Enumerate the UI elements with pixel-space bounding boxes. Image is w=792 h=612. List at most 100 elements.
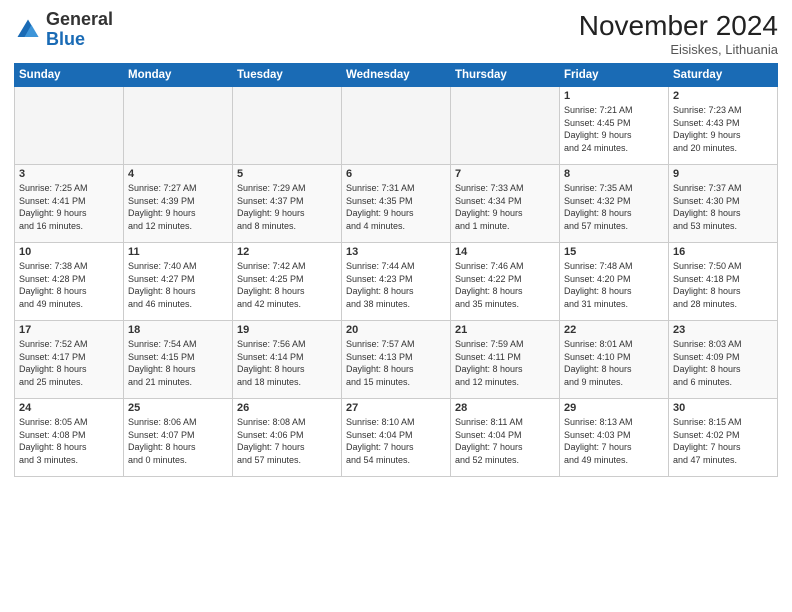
calendar-cell-w3-d6: 15 Sunrise: 7:48 AM Sunset: 4:20 PM Dayli…: [560, 243, 669, 321]
day-info: Sunrise: 7:21 AM Sunset: 4:45 PM Dayligh…: [564, 104, 664, 154]
calendar-cell-w2-d5: 7 Sunrise: 7:33 AM Sunset: 4:34 PM Daylig…: [451, 165, 560, 243]
day-number: 9: [673, 168, 773, 180]
day-info: Sunrise: 7:40 AM Sunset: 4:27 PM Dayligh…: [128, 260, 228, 310]
calendar-cell-w5-d3: 26 Sunrise: 8:08 AM Sunset: 4:06 PM Dayli…: [233, 399, 342, 477]
day-info: Sunrise: 7:44 AM Sunset: 4:23 PM Dayligh…: [346, 260, 446, 310]
calendar-cell-w3-d3: 12 Sunrise: 7:42 AM Sunset: 4:25 PM Dayli…: [233, 243, 342, 321]
calendar-week-3: 10Sunrise: 7:38 AM Sunset: 4:28 PM Dayli…: [15, 243, 778, 321]
title-block: November 2024 Eisiskes, Lithuania: [579, 10, 778, 57]
calendar-header-row: Sunday Monday Tuesday Wednesday Thursday…: [15, 64, 778, 87]
day-number: 13: [346, 246, 446, 258]
calendar-cell-w2-d3: 5 Sunrise: 7:29 AM Sunset: 4:37 PM Daylig…: [233, 165, 342, 243]
day-info: Sunrise: 7:23 AM Sunset: 4:43 PM Dayligh…: [673, 104, 773, 154]
col-sunday: Sunday: [15, 64, 124, 87]
day-number: 4: [128, 168, 228, 180]
location: Eisiskes, Lithuania: [579, 42, 778, 57]
calendar-cell-w1-d5: [451, 87, 560, 165]
day-number: 8: [564, 168, 664, 180]
col-thursday: Thursday: [451, 64, 560, 87]
day-info: Sunrise: 7:31 AM Sunset: 4:35 PM Dayligh…: [346, 182, 446, 232]
col-friday: Friday: [560, 64, 669, 87]
calendar-cell-w4-d2: 18Sunrise: 7:54 AM Sunset: 4:15 PM Dayli…: [124, 321, 233, 399]
day-info: Sunrise: 8:11 AM Sunset: 4:04 PM Dayligh…: [455, 416, 555, 466]
page: General Blue November 2024 Eisiskes, Lit…: [0, 0, 792, 612]
calendar-week-1: 1 Sunrise: 7:21 AM Sunset: 4:45 PM Daylig…: [15, 87, 778, 165]
day-number: 12: [237, 246, 337, 258]
day-info: Sunrise: 8:05 AM Sunset: 4:08 PM Dayligh…: [19, 416, 119, 466]
day-number: 29: [564, 402, 664, 414]
day-number: 26: [237, 402, 337, 414]
logo: General Blue: [14, 10, 113, 50]
day-info: Sunrise: 7:37 AM Sunset: 4:30 PM Dayligh…: [673, 182, 773, 232]
calendar-cell-w5-d4: 27Sunrise: 8:10 AM Sunset: 4:04 PM Dayli…: [342, 399, 451, 477]
calendar-cell-w5-d7: 30Sunrise: 8:15 AM Sunset: 4:02 PM Dayli…: [669, 399, 778, 477]
day-info: Sunrise: 8:06 AM Sunset: 4:07 PM Dayligh…: [128, 416, 228, 466]
calendar-cell-w1-d6: 1 Sunrise: 7:21 AM Sunset: 4:45 PM Daylig…: [560, 87, 669, 165]
calendar-cell-w2-d6: 8 Sunrise: 7:35 AM Sunset: 4:32 PM Daylig…: [560, 165, 669, 243]
calendar-week-5: 24Sunrise: 8:05 AM Sunset: 4:08 PM Dayli…: [15, 399, 778, 477]
calendar-week-2: 3Sunrise: 7:25 AM Sunset: 4:41 PM Daylig…: [15, 165, 778, 243]
calendar-cell-w4-d6: 22Sunrise: 8:01 AM Sunset: 4:10 PM Dayli…: [560, 321, 669, 399]
day-number: 14: [455, 246, 555, 258]
day-info: Sunrise: 8:03 AM Sunset: 4:09 PM Dayligh…: [673, 338, 773, 388]
day-info: Sunrise: 7:29 AM Sunset: 4:37 PM Dayligh…: [237, 182, 337, 232]
day-info: Sunrise: 7:52 AM Sunset: 4:17 PM Dayligh…: [19, 338, 119, 388]
calendar-cell-w3-d4: 13 Sunrise: 7:44 AM Sunset: 4:23 PM Dayli…: [342, 243, 451, 321]
day-info: Sunrise: 7:46 AM Sunset: 4:22 PM Dayligh…: [455, 260, 555, 310]
day-number: 23: [673, 324, 773, 336]
day-info: Sunrise: 8:13 AM Sunset: 4:03 PM Dayligh…: [564, 416, 664, 466]
day-info: Sunrise: 8:08 AM Sunset: 4:06 PM Dayligh…: [237, 416, 337, 466]
day-number: 16: [673, 246, 773, 258]
day-number: 30: [673, 402, 773, 414]
day-number: 11: [128, 246, 228, 258]
calendar-cell-w1-d3: [233, 87, 342, 165]
month-title: November 2024: [579, 10, 778, 42]
day-number: 2: [673, 90, 773, 102]
day-number: 5: [237, 168, 337, 180]
calendar-cell-w3-d7: 16Sunrise: 7:50 AM Sunset: 4:18 PM Dayli…: [669, 243, 778, 321]
day-info: Sunrise: 7:48 AM Sunset: 4:20 PM Dayligh…: [564, 260, 664, 310]
day-number: 21: [455, 324, 555, 336]
col-wednesday: Wednesday: [342, 64, 451, 87]
calendar-cell-w3-d5: 14 Sunrise: 7:46 AM Sunset: 4:22 PM Dayli…: [451, 243, 560, 321]
calendar-cell-w2-d2: 4 Sunrise: 7:27 AM Sunset: 4:39 PM Daylig…: [124, 165, 233, 243]
day-number: 15: [564, 246, 664, 258]
calendar-cell-w3-d2: 11 Sunrise: 7:40 AM Sunset: 4:27 PM Dayli…: [124, 243, 233, 321]
day-info: Sunrise: 7:54 AM Sunset: 4:15 PM Dayligh…: [128, 338, 228, 388]
day-info: Sunrise: 7:27 AM Sunset: 4:39 PM Dayligh…: [128, 182, 228, 232]
day-info: Sunrise: 7:42 AM Sunset: 4:25 PM Dayligh…: [237, 260, 337, 310]
day-number: 28: [455, 402, 555, 414]
calendar-cell-w4-d5: 21 Sunrise: 7:59 AM Sunset: 4:11 PM Dayli…: [451, 321, 560, 399]
logo-text: General Blue: [46, 10, 113, 50]
calendar-cell-w2-d1: 3Sunrise: 7:25 AM Sunset: 4:41 PM Daylig…: [15, 165, 124, 243]
day-number: 1: [564, 90, 664, 102]
day-number: 17: [19, 324, 119, 336]
col-tuesday: Tuesday: [233, 64, 342, 87]
day-number: 7: [455, 168, 555, 180]
calendar-cell-w1-d7: 2 Sunrise: 7:23 AM Sunset: 4:43 PM Daylig…: [669, 87, 778, 165]
calendar-cell-w2-d4: 6 Sunrise: 7:31 AM Sunset: 4:35 PM Daylig…: [342, 165, 451, 243]
day-info: Sunrise: 7:56 AM Sunset: 4:14 PM Dayligh…: [237, 338, 337, 388]
day-number: 3: [19, 168, 119, 180]
calendar-cell-w1-d4: [342, 87, 451, 165]
logo-blue-text: Blue: [46, 29, 85, 49]
day-number: 20: [346, 324, 446, 336]
calendar-cell-w5-d2: 25 Sunrise: 8:06 AM Sunset: 4:07 PM Dayli…: [124, 399, 233, 477]
day-number: 25: [128, 402, 228, 414]
day-number: 22: [564, 324, 664, 336]
day-info: Sunrise: 7:33 AM Sunset: 4:34 PM Dayligh…: [455, 182, 555, 232]
calendar-cell-w4-d4: 20Sunrise: 7:57 AM Sunset: 4:13 PM Dayli…: [342, 321, 451, 399]
col-saturday: Saturday: [669, 64, 778, 87]
calendar-cell-w1-d2: [124, 87, 233, 165]
calendar-cell-w3-d1: 10Sunrise: 7:38 AM Sunset: 4:28 PM Dayli…: [15, 243, 124, 321]
day-info: Sunrise: 7:59 AM Sunset: 4:11 PM Dayligh…: [455, 338, 555, 388]
day-number: 6: [346, 168, 446, 180]
calendar-cell-w5-d1: 24Sunrise: 8:05 AM Sunset: 4:08 PM Dayli…: [15, 399, 124, 477]
calendar-cell-w4-d3: 19 Sunrise: 7:56 AM Sunset: 4:14 PM Dayli…: [233, 321, 342, 399]
day-number: 10: [19, 246, 119, 258]
logo-general-text: General: [46, 9, 113, 29]
day-number: 19: [237, 324, 337, 336]
calendar-cell-w4-d1: 17 Sunrise: 7:52 AM Sunset: 4:17 PM Dayli…: [15, 321, 124, 399]
day-info: Sunrise: 7:35 AM Sunset: 4:32 PM Dayligh…: [564, 182, 664, 232]
calendar-table: Sunday Monday Tuesday Wednesday Thursday…: [14, 63, 778, 477]
